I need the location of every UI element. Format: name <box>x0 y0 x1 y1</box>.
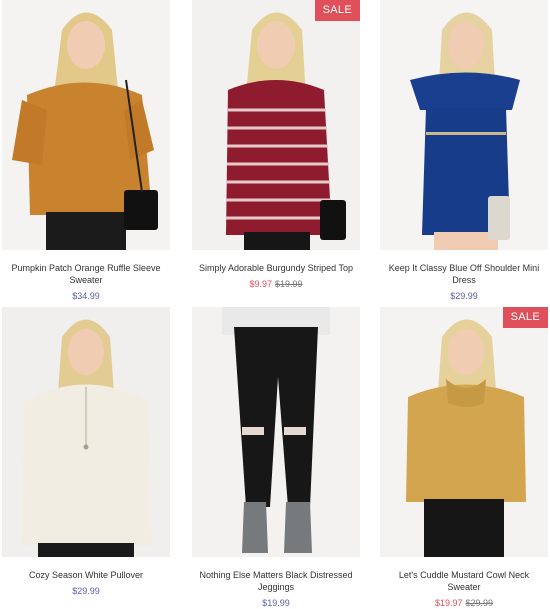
sale-badge: SALE <box>502 307 548 328</box>
product-image[interactable]: SALE <box>192 0 360 250</box>
product-name[interactable]: Cozy Season White Pullover <box>2 569 170 581</box>
product-card[interactable]: Keep It Classy Blue Off Shoulder Mini Dr… <box>380 0 548 302</box>
sale-price: $9.97 <box>249 279 272 289</box>
product-card[interactable]: Nothing Else Matters Black Distressed Je… <box>192 307 360 609</box>
product-image[interactable] <box>2 0 170 250</box>
product-price: $9.97 $19.99 <box>192 278 360 290</box>
regular-price: $34.99 <box>72 291 100 301</box>
product-card[interactable]: SALE Simply Adorable Burgundy Striped To… <box>192 0 360 290</box>
product-image[interactable] <box>2 307 170 557</box>
regular-price: $29.99 <box>450 291 478 301</box>
sale-badge: SALE <box>314 0 360 21</box>
product-price: $19.97 $29.99 <box>380 597 548 609</box>
product-card[interactable]: Pumpkin Patch Orange Ruffle Sleeve Sweat… <box>2 0 170 302</box>
sale-price: $19.97 <box>434 598 463 608</box>
product-name[interactable]: Pumpkin Patch Orange Ruffle Sleeve Sweat… <box>2 262 170 286</box>
product-name[interactable]: Nothing Else Matters Black Distressed Je… <box>192 569 360 593</box>
product-price: $29.99 <box>380 290 548 302</box>
regular-price: $29.99 <box>72 586 100 596</box>
regular-price: $19.99 <box>262 598 290 608</box>
product-image[interactable] <box>192 307 360 557</box>
product-name[interactable]: Let's Cuddle Mustard Cowl Neck Sweater <box>380 569 548 593</box>
product-card[interactable]: SALE Let's Cuddle Mustard Cowl Neck Swea… <box>380 307 548 609</box>
product-price: $34.99 <box>2 290 170 302</box>
product-price: $19.99 <box>192 597 360 609</box>
product-card[interactable]: Cozy Season White Pullover $29.99 <box>2 307 170 597</box>
original-price: $19.99 <box>275 279 303 289</box>
product-image[interactable]: SALE <box>380 307 548 557</box>
original-price: $29.99 <box>465 598 494 608</box>
product-image[interactable] <box>380 0 548 250</box>
product-name[interactable]: Simply Adorable Burgundy Striped Top <box>192 262 360 274</box>
product-name[interactable]: Keep It Classy Blue Off Shoulder Mini Dr… <box>380 262 548 286</box>
product-price: $29.99 <box>2 585 170 597</box>
